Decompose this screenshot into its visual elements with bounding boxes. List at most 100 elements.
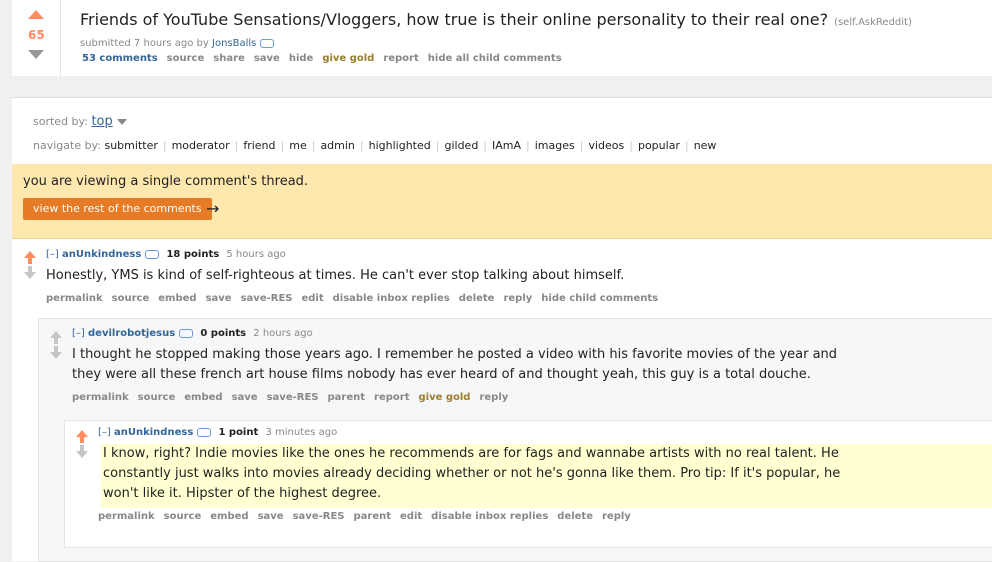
comment3-body-line: won't like it. Hipster of the highest de…: [103, 486, 382, 501]
save-button[interactable]: save: [232, 392, 258, 403]
comment2-body-line: I thought he stopped making those years …: [72, 347, 838, 362]
comment3-downvote-icon[interactable]: [76, 445, 88, 458]
navigate-label: navigate by:: [33, 139, 101, 152]
notice-text: you are viewing a single comment's threa…: [23, 174, 309, 189]
nav-iama[interactable]: IAmA: [492, 139, 521, 152]
comment1-points: 18 points: [166, 249, 220, 260]
post-score: 65: [28, 28, 45, 42]
permalink-button[interactable]: permalink: [98, 511, 155, 522]
comment2-points: 0 points: [200, 328, 247, 339]
comments-button[interactable]: 53 comments: [82, 53, 158, 64]
save-button[interactable]: save: [206, 293, 232, 304]
comment3-tagline: [–] anUnkindness 1 point 3 minutes ago: [98, 427, 337, 438]
reply-button[interactable]: reply: [602, 511, 631, 522]
nav-highlighted[interactable]: highlighted: [369, 139, 431, 152]
comment3-upvote-icon[interactable]: [76, 430, 88, 443]
report-button[interactable]: report: [383, 53, 418, 64]
comment3-time: 3 minutes ago: [265, 427, 338, 438]
post-vote-column: 65: [12, 0, 61, 76]
comment3-author[interactable]: anUnkindness: [114, 427, 193, 438]
comment2-time: 2 hours ago: [253, 328, 313, 339]
post-tagline: submitted 7 hours ago by JonsBalls: [80, 38, 275, 49]
source-button[interactable]: source: [164, 511, 202, 522]
nav-gilded[interactable]: gilded: [444, 139, 478, 152]
embed-button[interactable]: embed: [158, 293, 196, 304]
permalink-button[interactable]: permalink: [46, 293, 103, 304]
user-link-icon: [260, 38, 275, 48]
nav-friend[interactable]: friend: [243, 139, 275, 152]
comment2-body-line: they were all these french art house fil…: [72, 367, 811, 382]
nav-new[interactable]: new: [694, 139, 717, 152]
source-button[interactable]: source: [167, 53, 205, 64]
comment3-buttons: permalink source embed save save-RES parent ed…: [98, 511, 640, 522]
collapse-toggle[interactable]: [–]: [98, 427, 111, 438]
submitted-text: submitted 7 hours ago by: [80, 38, 209, 49]
sort-label: sorted by:: [33, 115, 88, 128]
nav-popular[interactable]: popular: [638, 139, 680, 152]
embed-button[interactable]: embed: [184, 392, 222, 403]
disable-inbox-replies-button[interactable]: disable inbox replies: [431, 511, 548, 522]
user-link-icon: [179, 328, 194, 338]
parent-button[interactable]: parent: [353, 511, 391, 522]
share-button[interactable]: share: [213, 53, 245, 64]
nav-videos[interactable]: videos: [588, 139, 624, 152]
comment3-points: 1 point: [218, 427, 259, 438]
hide-child-comments-button[interactable]: hide all child comments: [428, 53, 562, 64]
give-gold-button[interactable]: give gold: [418, 392, 470, 403]
post-title-line: Friends of YouTube Sensations/Vloggers, …: [80, 10, 912, 29]
comment1-body: Honestly, YMS is kind of self-righteous …: [46, 268, 625, 283]
nav-moderator[interactable]: moderator: [172, 139, 230, 152]
comment1-upvote-icon[interactable]: [24, 251, 36, 264]
delete-button[interactable]: delete: [557, 511, 593, 522]
chevron-down-icon[interactable]: [116, 119, 127, 125]
disable-inbox-replies-button[interactable]: disable inbox replies: [333, 293, 450, 304]
post-domain[interactable]: (self.AskReddit): [834, 17, 912, 28]
nav-me[interactable]: me: [289, 139, 306, 152]
post-author[interactable]: JonsBalls: [212, 38, 256, 49]
save-res-button[interactable]: save-RES: [241, 293, 293, 304]
permalink-button[interactable]: permalink: [72, 392, 129, 403]
embed-button[interactable]: embed: [210, 511, 248, 522]
hide-button[interactable]: hide: [289, 53, 314, 64]
comment2-author[interactable]: devilrobotjesus: [88, 328, 175, 339]
comment1-tagline: [–] anUnkindness 18 points 5 hours ago: [46, 249, 286, 260]
save-button[interactable]: save: [254, 53, 280, 64]
comment1-downvote-icon[interactable]: [24, 266, 36, 279]
report-button[interactable]: report: [374, 392, 409, 403]
comment2-upvote-icon[interactable]: [50, 331, 62, 344]
navigate-bar: navigate by: submitter | moderator | friend |…: [33, 139, 717, 152]
give-gold-button[interactable]: give gold: [322, 53, 374, 64]
comment1-buttons: permalink source embed save save-RES edit disa…: [46, 293, 667, 304]
source-button[interactable]: source: [112, 293, 150, 304]
user-link-icon: [145, 249, 160, 259]
post-margin: [0, 0, 12, 76]
nav-images[interactable]: images: [535, 139, 575, 152]
save-button[interactable]: save: [258, 511, 284, 522]
parent-button[interactable]: parent: [327, 392, 365, 403]
comment1-author[interactable]: anUnkindness: [62, 249, 141, 260]
upvote-arrow-icon[interactable]: [28, 10, 44, 19]
post-title[interactable]: Friends of YouTube Sensations/Vloggers, …: [80, 10, 828, 29]
collapse-toggle[interactable]: [–]: [46, 249, 59, 260]
nav-admin[interactable]: admin: [320, 139, 354, 152]
save-res-button[interactable]: save-RES: [267, 392, 319, 403]
edit-button[interactable]: edit: [400, 511, 422, 522]
save-res-button[interactable]: save-RES: [293, 511, 345, 522]
comment2-tagline: [–] devilrobotjesus 0 points 2 hours ago: [72, 328, 313, 339]
collapse-toggle[interactable]: [–]: [72, 328, 85, 339]
comment3-body-line: constantly just walks into movies alread…: [103, 466, 841, 481]
comment3-body-line: I know, right? Indie movies like the one…: [103, 446, 839, 461]
comment2-body: I thought he stopped making those years …: [72, 345, 837, 385]
sort-dropdown[interactable]: top: [91, 114, 112, 129]
source-button[interactable]: source: [138, 392, 176, 403]
comment3-body: I know, right? Indie movies like the one…: [103, 444, 840, 504]
hide-child-comments-button[interactable]: hide child comments: [541, 293, 658, 304]
reply-button[interactable]: reply: [479, 392, 508, 403]
delete-button[interactable]: delete: [459, 293, 495, 304]
edit-button[interactable]: edit: [301, 293, 323, 304]
nav-submitter[interactable]: submitter: [104, 139, 157, 152]
downvote-arrow-icon[interactable]: [28, 50, 44, 59]
reply-button[interactable]: reply: [503, 293, 532, 304]
comment2-downvote-icon[interactable]: [50, 346, 62, 359]
view-rest-button[interactable]: view the rest of the comments: [23, 198, 212, 220]
